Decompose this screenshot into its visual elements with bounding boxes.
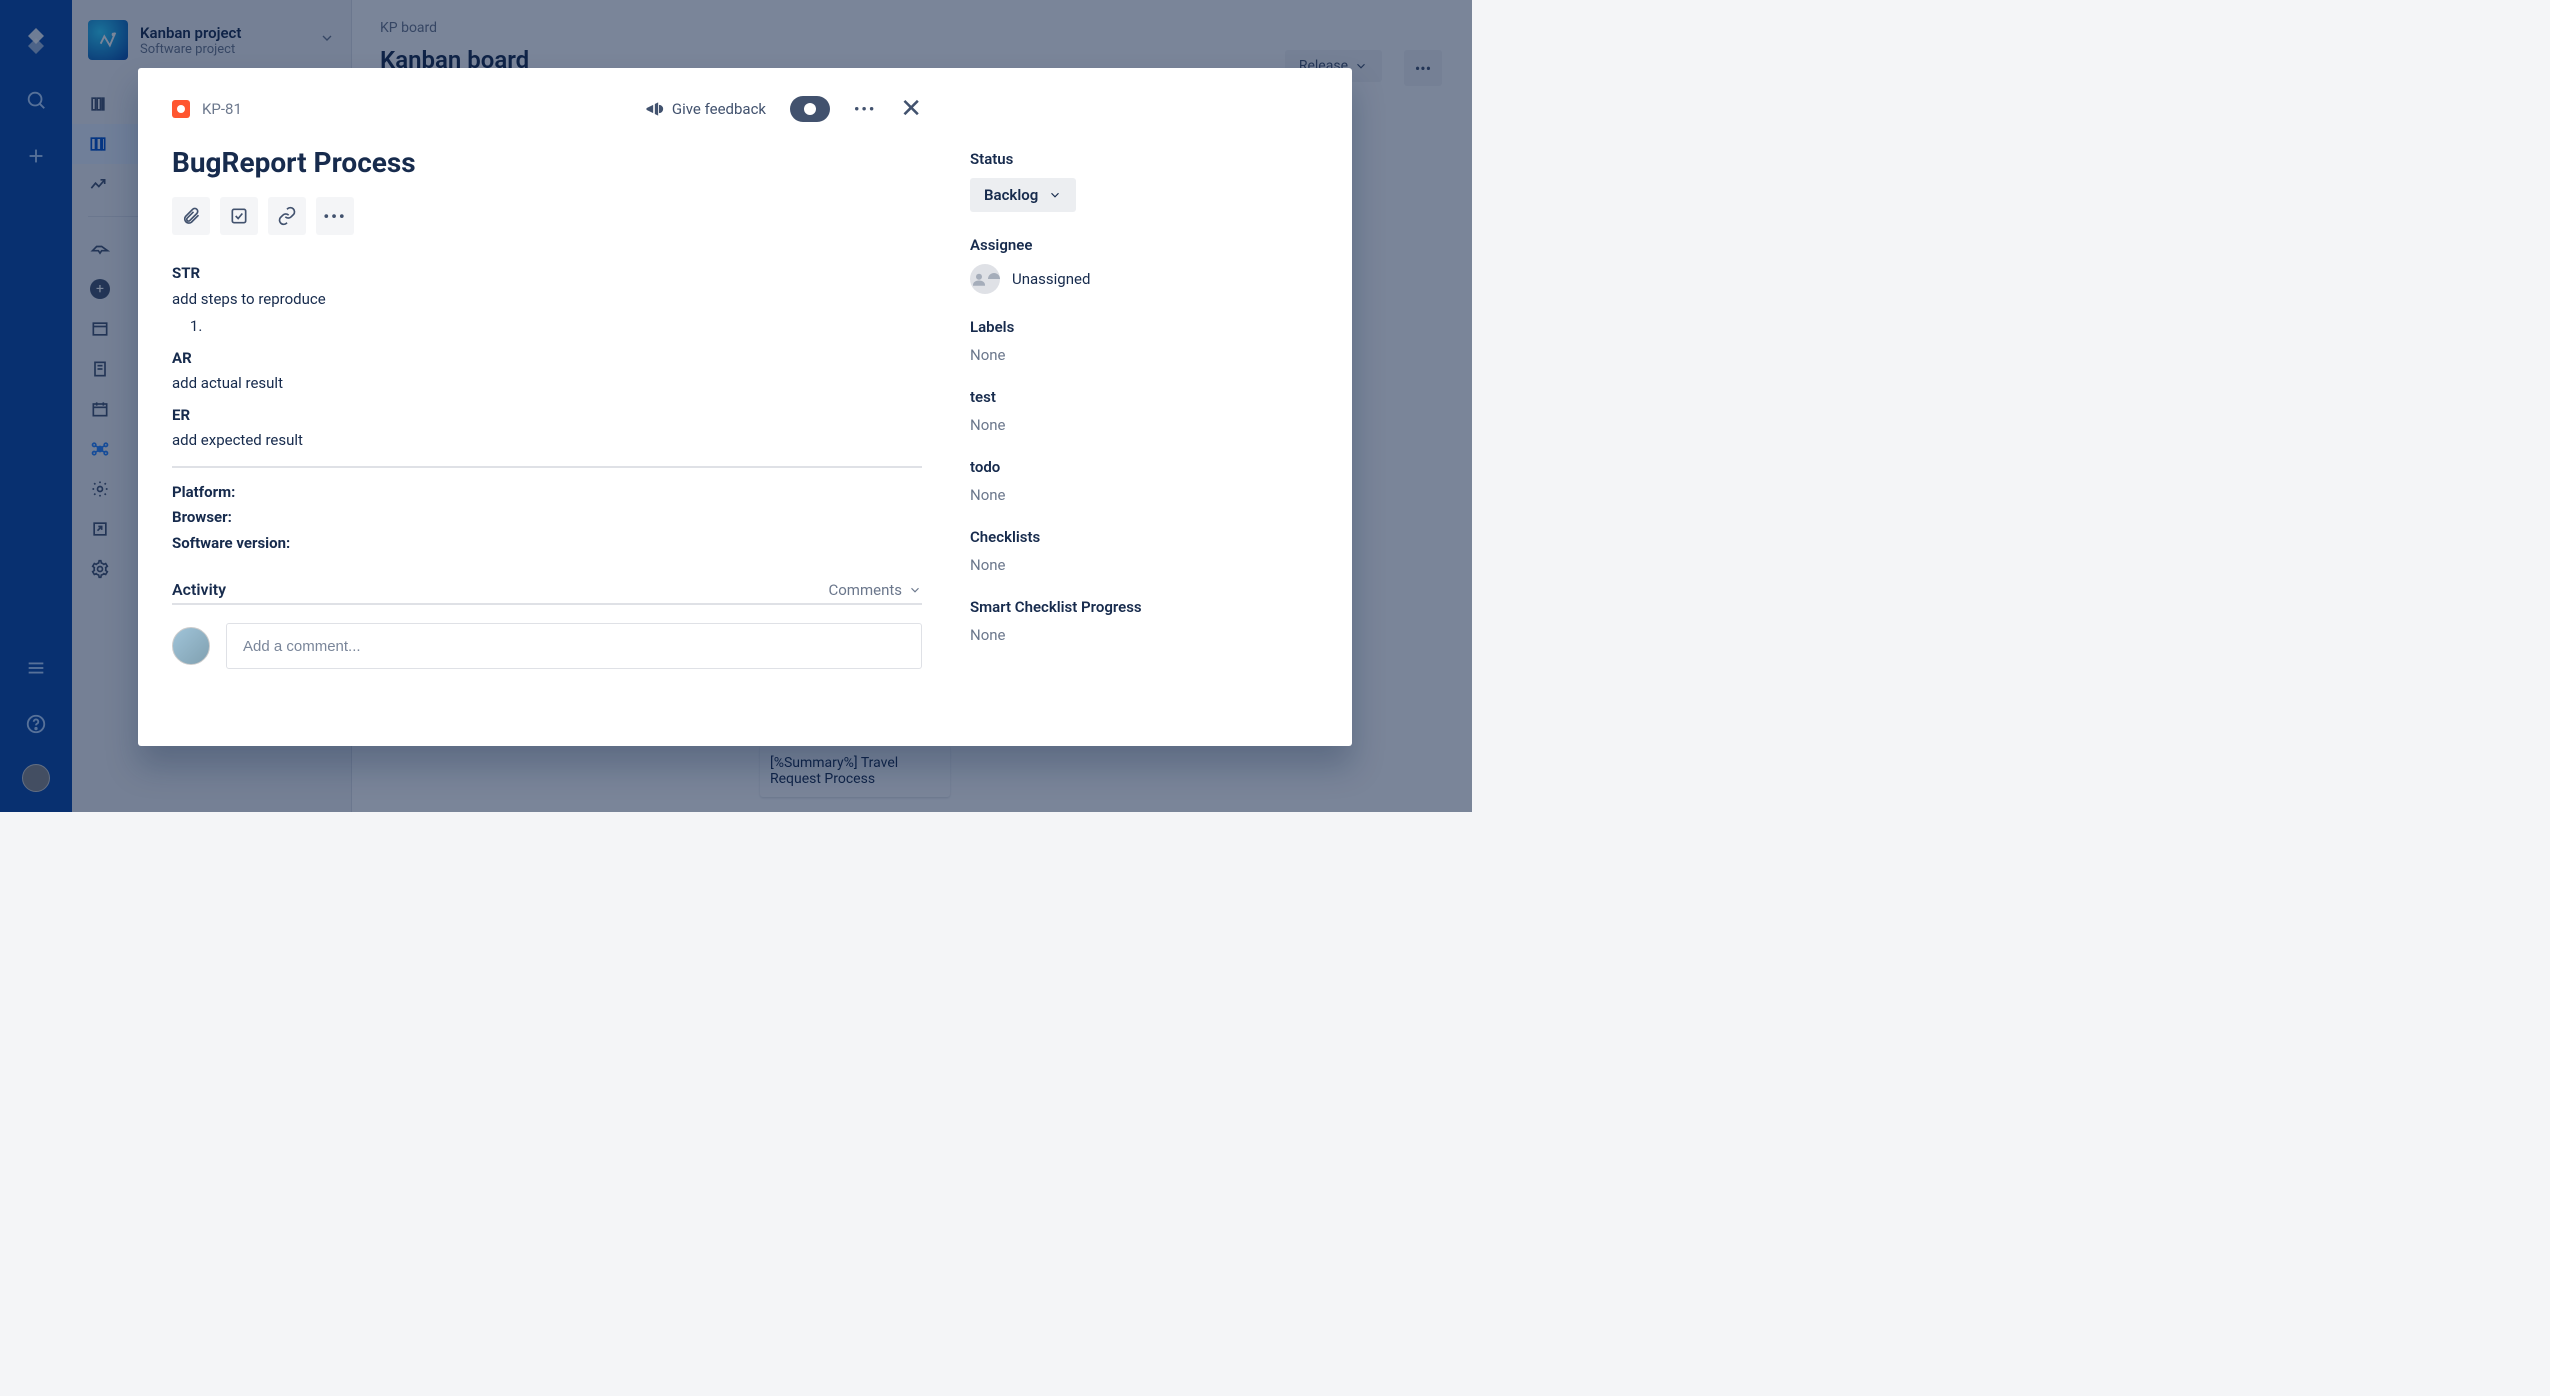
issue-side-panel: Status Backlog Assignee Unassigned Label… <box>962 68 1352 746</box>
desc-ar-text: add actual result <box>172 371 922 397</box>
assignee-field[interactable]: Unassigned <box>970 264 1312 294</box>
todo-label: todo <box>970 458 1312 476</box>
desc-platform: Platform: <box>172 483 235 501</box>
desc-str-heading: STR <box>172 264 200 282</box>
desc-browser: Browser: <box>172 508 232 526</box>
unassigned-avatar-icon <box>970 264 1000 294</box>
issue-title[interactable]: BugReport Process <box>172 146 922 179</box>
desc-version: Software version: <box>172 534 290 552</box>
issue-type-bug-icon[interactable] <box>172 100 190 118</box>
feedback-label: Give feedback <box>672 100 766 118</box>
test-label: test <box>970 388 1312 406</box>
checklist-button[interactable] <box>220 197 258 235</box>
assignee-label: Assignee <box>970 236 1312 254</box>
assignee-value: Unassigned <box>1012 270 1090 288</box>
activity-section: Activity Comments <box>172 580 922 669</box>
issue-modal: KP-81 Give feedback ••• ✕ BugReport Proc… <box>138 68 1352 746</box>
labels-label: Labels <box>970 318 1312 336</box>
attach-button[interactable] <box>172 197 210 235</box>
current-user-avatar <box>172 627 210 665</box>
checklists-value[interactable]: None <box>970 556 1312 574</box>
more-tools-button[interactable]: ••• <box>316 197 354 235</box>
megaphone-icon <box>644 99 664 119</box>
desc-er-heading: ER <box>172 406 190 424</box>
desc-ar-heading: AR <box>172 349 192 367</box>
comment-input[interactable] <box>226 623 922 669</box>
test-value[interactable]: None <box>970 416 1312 434</box>
description[interactable]: STR add steps to reproduce AR add actual… <box>172 261 922 556</box>
close-button[interactable]: ✕ <box>900 96 922 122</box>
activity-filter-label: Comments <box>828 581 902 599</box>
status-label: Status <box>970 150 1312 168</box>
activity-filter[interactable]: Comments <box>828 581 922 599</box>
watch-button[interactable] <box>790 96 830 122</box>
issue-key[interactable]: KP-81 <box>202 100 242 118</box>
smart-checklist-label: Smart Checklist Progress <box>970 598 1312 616</box>
chevron-down-icon <box>908 583 922 597</box>
link-button[interactable] <box>268 197 306 235</box>
labels-value[interactable]: None <box>970 346 1312 364</box>
give-feedback-button[interactable]: Give feedback <box>644 99 766 119</box>
chevron-down-icon <box>1048 188 1062 202</box>
status-value: Backlog <box>984 186 1038 204</box>
desc-str-text: add steps to reproduce <box>172 287 922 313</box>
todo-value[interactable]: None <box>970 486 1312 504</box>
desc-str-step <box>206 314 922 340</box>
checklists-label: Checklists <box>970 528 1312 546</box>
status-dropdown[interactable]: Backlog <box>970 178 1076 212</box>
activity-heading: Activity <box>172 580 226 599</box>
desc-er-text: add expected result <box>172 428 922 454</box>
more-actions-button[interactable]: ••• <box>854 100 876 118</box>
smart-checklist-value[interactable]: None <box>970 626 1312 644</box>
